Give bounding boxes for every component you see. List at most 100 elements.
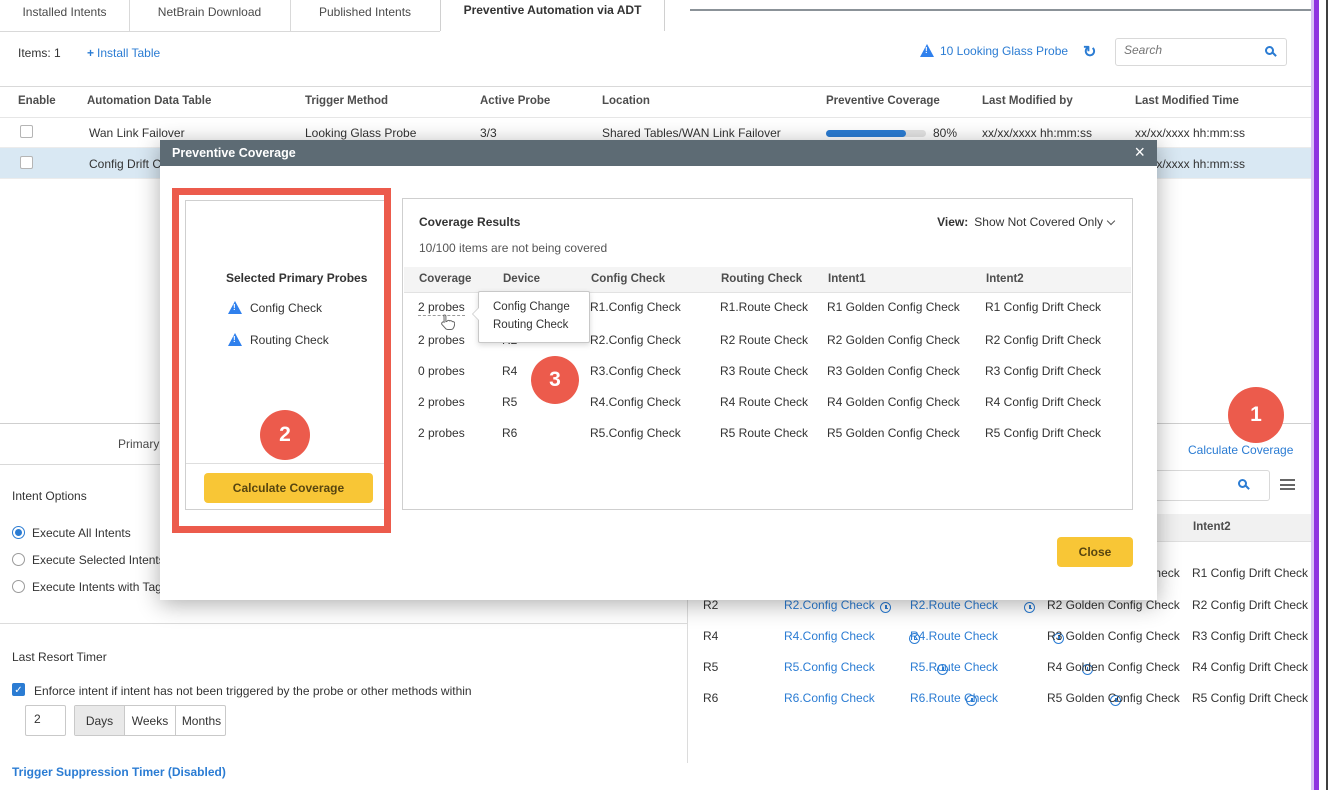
- unit-label: Weeks: [132, 714, 168, 728]
- search-input[interactable]: [1124, 43, 1254, 57]
- route-check-link[interactable]: R2.Route Check: [910, 598, 998, 612]
- col-header-trigger: Trigger Method: [305, 95, 388, 107]
- tab-netbrain-download[interactable]: NetBrain Download: [129, 0, 290, 31]
- unit-weeks-button[interactable]: Weeks: [125, 706, 176, 735]
- unit-days-button[interactable]: Days: [75, 706, 125, 735]
- cell-routing: R1.Route Check: [720, 300, 808, 314]
- cell-intent1: R2 Golden Config Check: [827, 333, 960, 347]
- cell-device: R4: [703, 629, 718, 643]
- cell-intent2: R3 Config Drift Check: [985, 364, 1101, 378]
- search-icon[interactable]: [1238, 479, 1247, 488]
- annotation-number: 3: [549, 368, 561, 392]
- refresh-button[interactable]: ↻: [1083, 42, 1096, 62]
- probe-alert-label: 10 Looking Glass Probe: [940, 44, 1068, 58]
- enable-checkbox[interactable]: [20, 125, 33, 138]
- search-icon[interactable]: [1265, 46, 1274, 55]
- cell-intent2: R4 Config Drift Check: [985, 395, 1101, 409]
- looking-glass-probe-alert[interactable]: !10 Looking Glass Probe: [920, 44, 1068, 58]
- calculate-coverage-link[interactable]: Calculate Coverage: [1188, 443, 1293, 457]
- coverage-progress-bar: [826, 130, 926, 137]
- col-header-intent2: Intent2: [986, 273, 1024, 285]
- cell-modified-by: xx/xx/xxxx hh:mm:ss: [982, 126, 1092, 140]
- col-header-probe: Active Probe: [480, 95, 550, 107]
- route-check-link[interactable]: R6.Route Check: [910, 691, 998, 705]
- cursor-pointer-icon: [440, 314, 455, 334]
- cell-location: Shared Tables/WAN Link Failover: [602, 126, 781, 140]
- cell-intent2: R5 Config Drift Check: [985, 426, 1101, 440]
- timer-value-input[interactable]: [34, 712, 59, 726]
- cell-intent1: R4 Golden Config Check: [1047, 660, 1180, 674]
- cell-coverage: 2 probes: [418, 333, 465, 347]
- chevron-down-icon: [1107, 217, 1115, 225]
- enforce-checkbox[interactable]: ✓: [12, 683, 25, 696]
- tab-label: Preventive Automation via ADT: [464, 3, 642, 17]
- cell-intent2: R2 Config Drift Check: [1192, 598, 1308, 612]
- annotation-rectangle: [172, 188, 391, 533]
- cell-intent1: R2 Golden Config Check: [1047, 598, 1180, 612]
- clock-icon: [880, 602, 891, 613]
- route-check-link[interactable]: R5.Route Check: [910, 660, 998, 674]
- col-header-device: Device: [503, 273, 540, 285]
- cell-intent2: R2 Config Drift Check: [985, 333, 1101, 347]
- tab-primary[interactable]: Primary: [118, 437, 159, 451]
- cell-trigger: Looking Glass Probe: [305, 126, 416, 140]
- config-check-link[interactable]: R4.Config Check: [784, 629, 875, 643]
- refresh-icon: ↻: [1083, 44, 1096, 61]
- cell-coverage: 2 probes: [418, 426, 465, 440]
- menu-icon[interactable]: [1280, 479, 1295, 490]
- cell-intent1: R3 Golden Config Check: [827, 364, 960, 378]
- install-table-button[interactable]: +Install Table: [87, 46, 160, 60]
- config-check-link[interactable]: R6.Config Check: [784, 691, 875, 705]
- cell-routing: R3 Route Check: [720, 364, 808, 378]
- route-check-link[interactable]: R4.Route Check: [910, 629, 998, 643]
- search-box: [1115, 38, 1287, 66]
- cell-intent2: R1 Config Drift Check: [1192, 566, 1308, 580]
- annotation-number: 1: [1250, 403, 1262, 427]
- config-check-link[interactable]: R2.Config Check: [784, 598, 875, 612]
- cell-device: R2: [703, 598, 718, 612]
- coverage-results-title: Coverage Results: [419, 215, 520, 229]
- unit-label: Months: [182, 714, 221, 728]
- enable-checkbox[interactable]: [20, 156, 33, 169]
- view-value: Show Not Covered Only: [974, 215, 1103, 229]
- cell-config: R5.Config Check: [590, 426, 681, 440]
- cell-routing: R2 Route Check: [720, 333, 808, 347]
- annotation-circle-2: 2: [260, 410, 310, 460]
- view-label: View:: [937, 215, 968, 229]
- view-dropdown[interactable]: View: Show Not Covered Only: [937, 215, 1114, 229]
- cell-routing: R4 Route Check: [720, 395, 808, 409]
- tab-published-intents[interactable]: Published Intents: [290, 0, 440, 31]
- radio-label: Execute Intents with Tags: [32, 580, 168, 594]
- cell-device: R6: [703, 691, 718, 705]
- col-header-coverage: Coverage: [419, 273, 471, 285]
- timer-unit-group: Days Weeks Months: [74, 705, 226, 736]
- cell-coverage: 0 probes: [418, 364, 465, 378]
- cell-intent1: R1 Golden Config Check: [827, 300, 960, 314]
- window-top-edge: [690, 9, 1314, 11]
- close-button[interactable]: Close: [1057, 537, 1133, 567]
- cell-intent2: R1 Config Drift Check: [985, 300, 1101, 314]
- cell-modified-time: xx/xx/xxxx hh:mm:ss: [1135, 126, 1245, 140]
- close-icon[interactable]: ×: [1134, 142, 1145, 163]
- unit-months-button[interactable]: Months: [176, 706, 227, 735]
- radio-label: Execute Selected Intents: [32, 553, 165, 567]
- cell-intent1: R4 Golden Config Check: [827, 395, 960, 409]
- tab-preventive-automation-active[interactable]: Preventive Automation via ADT: [440, 0, 665, 31]
- enforce-label: Enforce intent if intent has not been tr…: [34, 684, 472, 698]
- modal-title: Preventive Coverage: [172, 146, 296, 160]
- cell-config: R2.Config Check: [590, 333, 681, 347]
- cell-probe: 3/3: [480, 126, 497, 140]
- last-resort-heading: Last Resort Timer: [12, 650, 107, 664]
- trigger-suppression-link[interactable]: Trigger Suppression Timer (Disabled): [12, 765, 226, 779]
- col-header-location: Location: [602, 95, 650, 107]
- config-check-link[interactable]: R5.Config Check: [784, 660, 875, 674]
- timer-value-box: [25, 705, 66, 736]
- highlight-border-purple: [1314, 0, 1319, 790]
- tab-installed-intents[interactable]: Installed Intents: [0, 0, 129, 31]
- cell-intent1: R3 Golden Config Check: [1047, 629, 1180, 643]
- col-header-coverage: Preventive Coverage: [826, 95, 940, 107]
- col-header-intent1: Intent1: [828, 273, 866, 285]
- intent-options-heading: Intent Options: [12, 489, 87, 503]
- probes-tooltip: Config Change Routing Check: [478, 291, 590, 343]
- col-header-config: Config Check: [591, 273, 665, 285]
